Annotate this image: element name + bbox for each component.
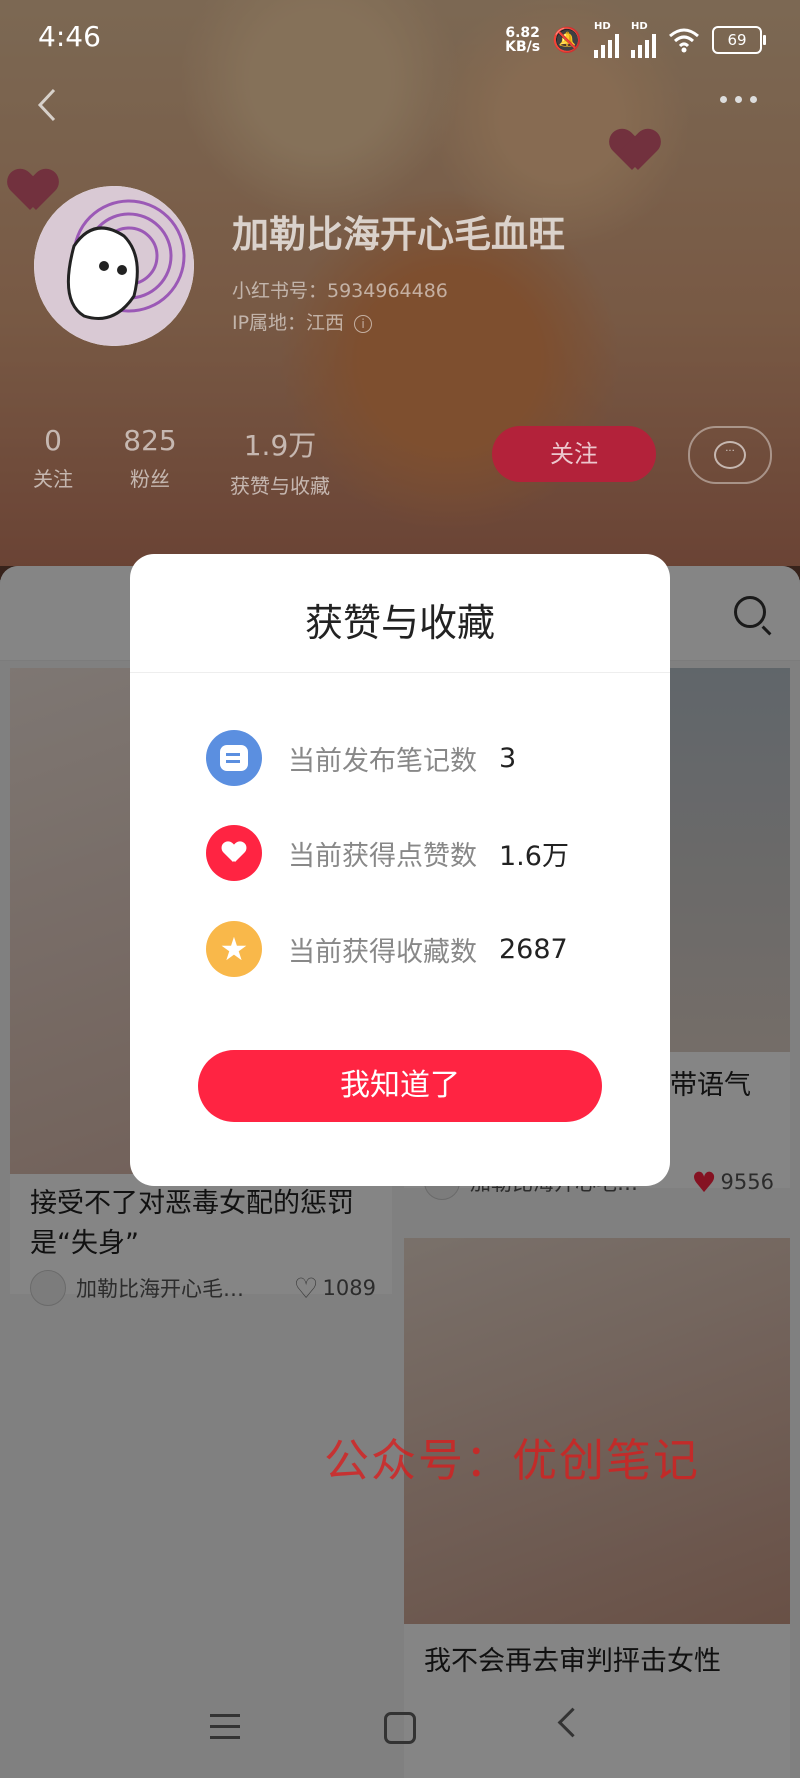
follow-button[interactable]: 关注 xyxy=(492,426,656,482)
likes-count-row: 当前获得点赞数 1.6万 xyxy=(206,825,569,881)
network-speed: 6.82 KB/s xyxy=(505,26,540,54)
star-icon: ★ xyxy=(206,921,262,977)
signal-label: HD xyxy=(631,21,648,32)
network-speed-unit: KB/s xyxy=(505,39,541,55)
avatar-drawing xyxy=(34,186,194,346)
battery-icon: 69 xyxy=(712,26,766,54)
network-speed-value: 6.82 xyxy=(505,25,540,41)
stat-label: 关注 xyxy=(33,467,73,491)
signal-bars-icon xyxy=(631,32,656,58)
avatar[interactable] xyxy=(34,186,194,346)
stat-following[interactable]: 0 关注 xyxy=(28,424,78,492)
status-icons: 6.82 KB/s 🔕 HD HD 69 xyxy=(505,22,766,58)
status-time: 4:46 xyxy=(38,20,101,53)
row-value: 2687 xyxy=(499,933,568,965)
nav-back-icon[interactable] xyxy=(557,1707,588,1738)
profile-id: 小红书号：5934964486 xyxy=(232,280,448,302)
signal-bars-icon xyxy=(594,32,619,58)
home-square-icon[interactable] xyxy=(384,1712,416,1744)
stat-number: 825 xyxy=(123,424,177,457)
info-icon[interactable]: i xyxy=(354,314,373,333)
menu-icon[interactable] xyxy=(210,1714,240,1739)
watermark: 公众号：优创笔记 xyxy=(324,1434,701,1487)
confirm-button[interactable]: 我知道了 xyxy=(198,1050,602,1122)
mute-bell-icon: 🔕 xyxy=(552,26,582,54)
row-label: 当前获得收藏数 xyxy=(288,936,477,968)
status-bar: 4:46 6.82 KB/s 🔕 HD HD 69 xyxy=(0,0,800,78)
profile-ip-text: IP属地：江西 xyxy=(232,312,345,334)
collects-count-row: ★ 当前获得收藏数 2687 xyxy=(206,921,568,977)
heart-icon xyxy=(206,825,262,881)
back-arrow-icon[interactable] xyxy=(30,80,70,130)
system-nav-bar xyxy=(0,1690,800,1778)
profile-ip: IP属地：江西 i xyxy=(232,308,373,335)
stat-number: 0 xyxy=(44,424,62,457)
row-label: 当前获得点赞数 xyxy=(288,840,477,872)
more-options-icon[interactable] xyxy=(720,96,770,110)
likes-collects-dialog: 获赞与收藏 当前发布笔记数 3 当前获得点赞数 1.6万 ★ 当前获得收藏数 2… xyxy=(130,554,670,1186)
note-icon xyxy=(206,730,262,786)
dialog-divider xyxy=(130,672,670,673)
profile-name: 加勒比海开心毛血旺 xyxy=(232,213,565,256)
stat-number: 1.9万 xyxy=(243,429,317,462)
wifi-icon xyxy=(669,28,699,53)
row-value: 1.6万 xyxy=(499,840,569,872)
row-value: 3 xyxy=(499,742,517,774)
dialog-title: 获赞与收藏 xyxy=(304,601,495,645)
stat-likes-and-collects[interactable]: 1.9万 获赞与收藏 xyxy=(222,424,338,499)
notes-count-row: 当前发布笔记数 3 xyxy=(206,730,516,786)
message-button[interactable]: ··· xyxy=(688,426,772,484)
stat-label: 粉丝 xyxy=(130,467,170,491)
signal-1: HD xyxy=(594,22,619,58)
row-label: 当前发布笔记数 xyxy=(288,745,477,777)
chat-bubble-icon: ··· xyxy=(714,441,746,469)
signal-2: HD xyxy=(631,22,656,58)
stat-followers[interactable]: 825 粉丝 xyxy=(120,424,180,492)
stat-label: 获赞与收藏 xyxy=(230,474,330,498)
signal-label: HD xyxy=(594,21,611,32)
